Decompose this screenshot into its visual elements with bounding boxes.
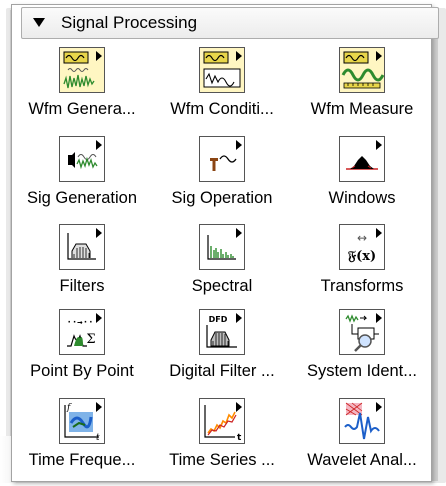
palette-grid: Wfm Genera... Wfm Conditi... Wfm Measure…: [12, 5, 431, 481]
signal-operation-icon[interactable]: [199, 136, 245, 182]
point-by-point-icon[interactable]: ··→·· Σ: [59, 309, 105, 355]
pbp-arrows-glyph: ··→··: [66, 318, 93, 328]
palette-item-label: Wavelet Anal...: [307, 451, 417, 469]
palette-item-label: Digital Filter ...: [169, 362, 275, 380]
palette-item-wavelet-analysis[interactable]: Wavelet Anal...: [292, 398, 432, 486]
palette-item-point-by-point[interactable]: ··→·· Σ Point By Point: [12, 309, 152, 397]
palette-item-label: System Ident...: [306, 362, 418, 380]
transform-fx-glyph: 𝔉(x): [348, 249, 376, 264]
ts-t-glyph: t: [237, 433, 242, 443]
palette-item-wfm-generation[interactable]: Wfm Genera...: [12, 47, 152, 135]
signal-generation-icon[interactable]: [59, 136, 105, 182]
submenu-arrow-icon: [96, 51, 102, 61]
wavelet-analysis-icon[interactable]: [339, 398, 385, 444]
submenu-arrow-icon: [236, 313, 242, 323]
palette-item-system-identification[interactable]: System Ident...: [292, 309, 432, 397]
palette-item-sig-generation[interactable]: Sig Generation: [12, 136, 152, 224]
time-frequency-icon[interactable]: f t: [59, 398, 105, 444]
palette-item-transforms[interactable]: ↔ 𝔉(x) Transforms: [292, 224, 432, 312]
palette-item-wfm-conditioning[interactable]: Wfm Conditi...: [152, 47, 292, 135]
waveform-measurement-icon[interactable]: [339, 47, 385, 93]
palette-item-windows[interactable]: Windows: [292, 136, 432, 224]
dfd-glyph: DFD: [209, 315, 228, 324]
transform-arrows-glyph: ↔: [357, 231, 367, 245]
windows-icon[interactable]: [339, 136, 385, 182]
time-series-icon[interactable]: t: [199, 398, 245, 444]
palette-item-label: Sig Generation: [26, 189, 138, 207]
digital-filter-icon[interactable]: DFD: [199, 309, 245, 355]
submenu-arrow-icon: [376, 402, 382, 412]
submenu-arrow-icon: [376, 228, 382, 238]
palette-item-label: Transforms: [320, 277, 404, 295]
palette-item-label: Windows: [328, 189, 396, 207]
filters-icon[interactable]: [59, 224, 105, 270]
submenu-arrow-icon: [236, 402, 242, 412]
palette-item-label: Spectral: [191, 277, 253, 295]
submenu-arrow-icon: [376, 51, 382, 61]
submenu-arrow-icon: [376, 140, 382, 150]
palette-item-sig-operation[interactable]: Sig Operation: [152, 136, 292, 224]
pbp-sigma-glyph: Σ: [86, 332, 95, 347]
submenu-arrow-icon: [236, 140, 242, 150]
palette-item-label: Point By Point: [30, 362, 134, 380]
palette-item-label: Wfm Genera...: [28, 100, 136, 118]
palette-item-filters[interactable]: Filters: [12, 224, 152, 312]
submenu-arrow-icon: [96, 140, 102, 150]
palette-item-spectral[interactable]: Spectral: [152, 224, 292, 312]
tf-f-glyph: f: [66, 403, 72, 413]
palette-item-digital-filter[interactable]: DFD Digital Filter ...: [152, 309, 292, 397]
waveform-conditioning-icon[interactable]: [199, 47, 245, 93]
submenu-arrow-icon: [96, 313, 102, 323]
submenu-arrow-icon: [236, 228, 242, 238]
system-identification-icon[interactable]: [339, 309, 385, 355]
transforms-icon[interactable]: ↔ 𝔉(x): [339, 224, 385, 270]
palette-item-time-frequency[interactable]: f t Time Freque...: [12, 398, 152, 486]
signal-processing-palette: Signal Processing Wfm Genera... Wfm Cond…: [11, 4, 439, 482]
palette-item-label: Wfm Conditi...: [170, 100, 274, 118]
palette-item-label: Wfm Measure: [310, 100, 414, 118]
palette-item-label: Filters: [59, 277, 105, 295]
submenu-arrow-icon: [96, 228, 102, 238]
palette-item-time-series[interactable]: t Time Series ...: [152, 398, 292, 486]
palette-item-label: Sig Operation: [171, 189, 273, 207]
palette-item-label: Time Series ...: [169, 451, 275, 469]
spectral-icon[interactable]: [199, 224, 245, 270]
palette-item-wfm-measure[interactable]: Wfm Measure: [292, 47, 432, 135]
submenu-arrow-icon: [236, 51, 242, 61]
submenu-arrow-icon: [376, 313, 382, 323]
submenu-arrow-icon: [96, 402, 102, 412]
palette-item-label: Time Freque...: [28, 451, 136, 469]
waveform-generation-icon[interactable]: [59, 47, 105, 93]
tf-t-glyph: t: [96, 433, 100, 443]
